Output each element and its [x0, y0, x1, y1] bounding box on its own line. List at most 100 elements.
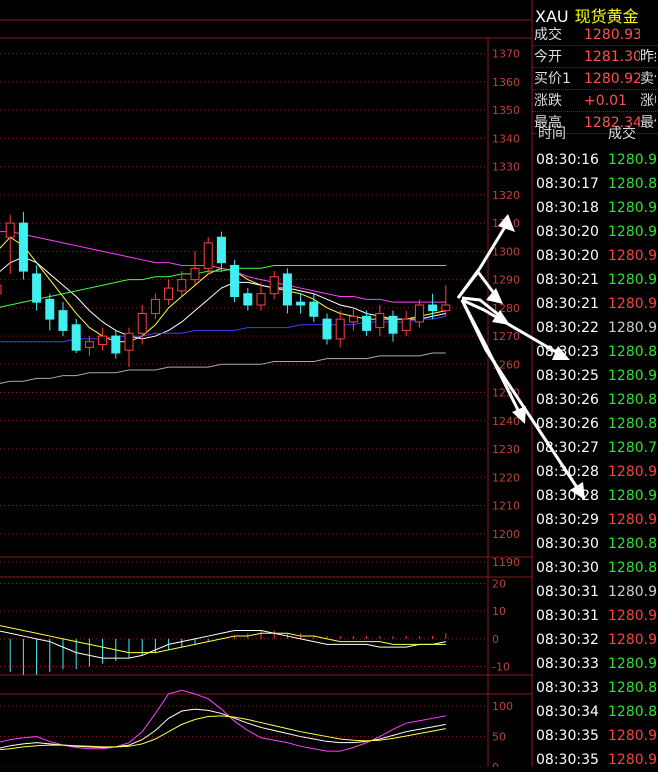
candle-body-up[interactable] [401, 318, 411, 331]
tick-time: 08:30:20 [536, 248, 599, 264]
tick-row: 08:30:27 1280.79 [536, 436, 658, 460]
candle-body-up[interactable] [124, 332, 134, 351]
tick-price: 1280.86 [608, 536, 658, 552]
quote-value: +0.01 [584, 93, 627, 109]
candle-body-down[interactable] [243, 293, 253, 306]
candle-body-down[interactable] [18, 222, 28, 272]
tick-time: 08:30:27 [536, 440, 599, 456]
tick-row: 08:30:34 1280.89 [536, 700, 658, 724]
tick-time: 08:30:16 [536, 152, 599, 168]
quote-separator [532, 111, 658, 112]
candle-body-up[interactable] [98, 335, 108, 346]
tick-price: 1280.9 [608, 152, 657, 168]
tick-price: 1280.89 [608, 392, 658, 408]
tick-price: 1280.9 [608, 272, 657, 288]
tick-price: 1280.92 [608, 584, 658, 600]
candle-body-up[interactable] [5, 222, 15, 238]
tick-row: 08:30:20 1280.90 [536, 220, 658, 244]
tick-time: 08:30:21 [536, 296, 599, 312]
candle-body-down[interactable] [45, 298, 55, 320]
tick-row: 08:30:16 1280.9 [536, 148, 658, 172]
candle-body-up[interactable] [269, 276, 279, 295]
tick-time: 08:30:33 [536, 656, 599, 672]
kdj-k-line [0, 708, 446, 749]
tick-row: 08:30:17 1280.8 [536, 172, 658, 196]
quote-label: 买价1 [534, 71, 571, 87]
candle-body-up[interactable] [335, 318, 345, 340]
candle-body-up[interactable] [256, 293, 266, 306]
kdj-tick-label: 0 [492, 761, 499, 767]
price-tick-label: 1330 [492, 161, 520, 174]
price-tick-label: 1200 [492, 528, 520, 541]
tick-row: 08:30:21 1280.90 [536, 292, 658, 316]
tick-price: 1280.90 [608, 728, 658, 744]
candle-body-down[interactable] [296, 301, 306, 306]
candle-body-down[interactable] [322, 318, 332, 340]
candle-body-up[interactable] [177, 279, 187, 292]
quote-value: 1280.92 [584, 71, 640, 87]
ticks-header: 时间 成交 [532, 120, 658, 148]
candle-body-down[interactable] [32, 273, 42, 303]
ma-line-ma6 [0, 352, 446, 384]
tick-row: 08:30:31 1280.9 [536, 604, 658, 628]
tick-price: 1280.9 [608, 200, 657, 216]
candle-body-up[interactable] [441, 304, 451, 312]
tick-time: 08:30:30 [536, 560, 599, 576]
candle-body-down[interactable] [282, 273, 292, 306]
tick-price: 1280.9 [608, 248, 657, 264]
kdj-tick-label: 100 [492, 700, 513, 713]
price-tick-label: 1240 [492, 415, 520, 428]
price-tick-label: 1210 [492, 500, 520, 513]
candle-body-down[interactable] [388, 315, 398, 334]
candle-body-up[interactable] [375, 312, 385, 329]
candle-body-up[interactable] [414, 304, 424, 323]
kdj-tick-label: 50 [492, 731, 506, 744]
candle-body-down[interactable] [58, 310, 68, 331]
macd-tick-label: -10 [492, 660, 510, 673]
candle-body-down[interactable] [309, 301, 319, 317]
tick-price: 1280.90 [608, 296, 658, 312]
tick-row: 08:30:26 1280.88 [536, 412, 658, 436]
tick-row: 08:30:30 1280.85 [536, 556, 658, 580]
tick-row: 08:30:21 1280.9 [536, 268, 658, 292]
candle-body-up[interactable] [203, 242, 213, 269]
tick-row: 08:30:26 1280.89 [536, 388, 658, 412]
quote-separator [532, 45, 658, 46]
tick-row: 08:30:28 1280.9 [536, 484, 658, 508]
macd-panel: 20 10 0 -10 [0, 578, 510, 675]
tick-price: 1280.8 [608, 680, 657, 696]
candle-body-up[interactable] [84, 341, 94, 348]
candle-body-up[interactable] [0, 284, 2, 295]
price-tick-label: 1220 [492, 471, 520, 484]
tick-row: 08:30:29 1280.9 [536, 508, 658, 532]
tick-row: 08:30:25 1280.9 [536, 364, 658, 388]
quote-extra-label: 涨幅 [640, 93, 656, 109]
tick-time: 08:30:22 [536, 320, 599, 336]
candle-body-down[interactable] [111, 335, 121, 354]
candle-body-down[interactable] [428, 304, 438, 312]
candle-body-down[interactable] [71, 324, 81, 351]
ticks-header-price: 成交 [608, 126, 636, 142]
macd-tick-label: 0 [492, 633, 499, 646]
candle-body-down[interactable] [216, 236, 226, 264]
candle-body-up[interactable] [348, 315, 358, 323]
quote-row: 成交 1280.93 [534, 24, 658, 46]
tick-price: 1280.88 [608, 416, 658, 432]
candle-body-down[interactable] [230, 264, 240, 298]
candle-body-down[interactable] [362, 315, 372, 331]
candle-body-up[interactable] [164, 287, 174, 300]
tick-price: 1280.79 [608, 440, 658, 456]
tick-price: 1280.9 [608, 368, 657, 384]
price-tick-label: 1320 [492, 189, 520, 202]
tick-time: 08:30:35 [536, 728, 599, 744]
tick-price: 1280.89 [608, 344, 658, 360]
tick-price: 1280.9 [608, 512, 657, 528]
tick-price: 1280.8 [608, 176, 657, 192]
macd-dif-line [0, 630, 446, 659]
macd-tick-label: 10 [492, 605, 506, 618]
tick-time: 08:30:21 [536, 272, 599, 288]
candle-body-up[interactable] [150, 298, 160, 314]
candle-body-up[interactable] [190, 267, 200, 281]
quote-extra-label: 昨结 [640, 49, 656, 65]
candle-body-up[interactable] [137, 312, 147, 334]
